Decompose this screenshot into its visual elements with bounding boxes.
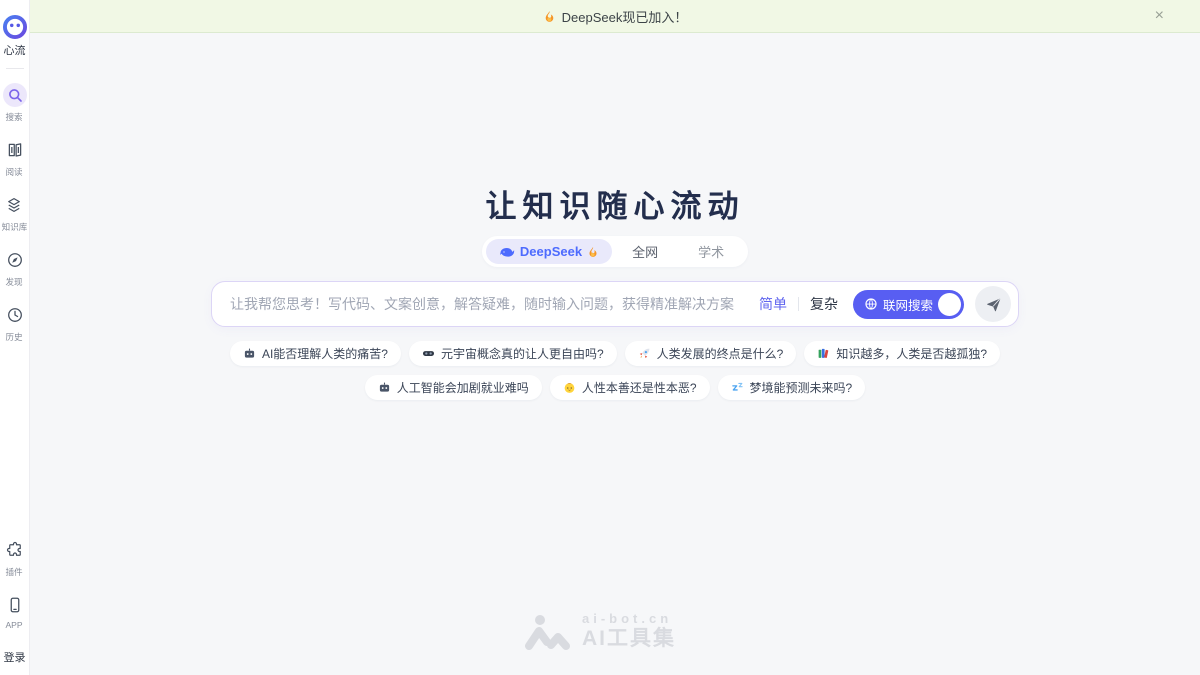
sidebar-item-history[interactable]: 历史 (3, 303, 27, 343)
page-title: 让知识随心流动 (30, 181, 1200, 226)
suggestion-chip[interactable]: 知识越多，人类是否越孤独? (804, 341, 1000, 366)
send-button[interactable] (975, 286, 1011, 322)
sidebar-logo[interactable]: 心流 (2, 14, 28, 58)
logo-label: 心流 (4, 42, 26, 58)
fire-icon (543, 9, 556, 24)
tabs-pill: DeepSeek 全网 学术 (482, 236, 748, 267)
suggestion-chip[interactable]: 人类发展的终点是什么? (625, 341, 797, 366)
robot-icon (378, 381, 391, 394)
mode-simple-option[interactable]: 简单 (759, 294, 787, 314)
search-box: 简单 复杂 联网搜索 (211, 281, 1019, 327)
mode-complex-option[interactable]: 复杂 (810, 294, 838, 314)
sidebar-item-label: 阅读 (6, 165, 23, 177)
tab-label: 全网 (632, 242, 658, 261)
sidebar-bottom: 插件 APP 登录 (0, 538, 29, 665)
web-search-label: 联网搜索 (883, 295, 933, 314)
zzz-icon (731, 381, 744, 394)
suggestion-chip[interactable]: AI能否理解人类的痛苦? (230, 341, 401, 366)
sidebar-item-discover[interactable]: 发现 (3, 248, 27, 288)
compass-icon (3, 248, 27, 272)
sidebar-item-label: 发现 (6, 275, 23, 287)
suggestion-chip[interactable]: 梦境能预测未来吗? (718, 375, 866, 400)
search-input[interactable] (228, 295, 759, 313)
puzzle-icon (3, 538, 27, 562)
watermark: ai-bot.cn AI工具集 (0, 612, 1200, 651)
chip-text: 人类发展的终点是什么? (657, 345, 784, 362)
sidebar-item-app[interactable]: APP (3, 593, 27, 630)
chip-text: 知识越多，人类是否越孤独? (836, 345, 987, 362)
sidebar-item-label: 历史 (6, 330, 23, 342)
tab-deepseek[interactable]: DeepSeek (486, 239, 612, 264)
search-row: 简单 复杂 联网搜索 (30, 281, 1200, 327)
xinliu-logo-icon (2, 14, 28, 40)
suggestion-row-2: 人工智能会加剧就业难吗 人性本善还是性本恶? 梦境能预测未来吗? (30, 375, 1200, 400)
globe-icon (864, 297, 878, 311)
ai-bot-logo-icon (524, 613, 572, 651)
sidebar-item-label: 搜索 (6, 110, 23, 122)
banner-text: DeepSeek现已加入！ (562, 7, 688, 26)
book-icon (3, 138, 27, 162)
announcement-banner: DeepSeek现已加入！ × (30, 0, 1200, 33)
search-icon (3, 83, 27, 107)
toggle-knob (938, 293, 961, 316)
knowledge-icon (2, 193, 26, 217)
chip-text: 人性本善还是性本恶? (582, 379, 697, 396)
sidebar-divider (6, 68, 24, 69)
phone-icon (3, 593, 27, 617)
sidebar-item-knowledge-base[interactable]: 知识库 (1, 193, 28, 233)
chip-text: 梦境能预测未来吗? (750, 379, 853, 396)
sidebar-item-search[interactable]: 搜索 (3, 83, 27, 123)
goggles-icon (422, 347, 435, 360)
watermark-line2: AI工具集 (582, 627, 676, 651)
suggestion-row-1: AI能否理解人类的痛苦? 元宇宙概念真的让人更自由吗? 人类发展的终点是什么? … (30, 341, 1200, 366)
suggestion-chip[interactable]: 元宇宙概念真的让人更自由吗? (409, 341, 617, 366)
history-icon (3, 303, 27, 327)
close-icon[interactable]: × (1155, 8, 1164, 24)
fire-icon (587, 245, 599, 259)
mode-divider (798, 297, 799, 311)
books-icon (817, 347, 830, 360)
chip-text: 人工智能会加剧就业难吗 (397, 379, 529, 396)
suggestion-chip[interactable]: 人工智能会加剧就业难吗 (365, 375, 542, 400)
web-search-toggle[interactable]: 联网搜索 (853, 290, 964, 319)
baby-icon (563, 381, 576, 394)
sidebar: 心流 搜索 阅读 知识库 发现 历史 插件 (0, 0, 30, 675)
suggestion-chip[interactable]: 人性本善还是性本恶? (550, 375, 710, 400)
sidebar-item-label: 插件 (6, 565, 23, 577)
whale-icon (499, 244, 515, 260)
tab-label: DeepSeek (520, 244, 582, 259)
tab-academic[interactable]: 学术 (678, 239, 744, 264)
sidebar-item-plugins[interactable]: 插件 (3, 538, 27, 578)
login-link[interactable]: 登录 (4, 649, 26, 665)
robot-icon (243, 347, 256, 360)
tab-all-web[interactable]: 全网 (612, 239, 678, 264)
sidebar-item-label: 知识库 (2, 220, 28, 232)
rocket-icon (638, 347, 651, 360)
search-mode-tabs: DeepSeek 全网 学术 (30, 236, 1200, 267)
sidebar-item-label: APP (6, 620, 23, 630)
chip-text: AI能否理解人类的痛苦? (262, 345, 388, 362)
chip-text: 元宇宙概念真的让人更自由吗? (441, 345, 604, 362)
app-window: 心流 搜索 阅读 知识库 发现 历史 插件 (0, 0, 1200, 675)
tab-label: 学术 (698, 242, 724, 261)
watermark-line1: ai-bot.cn (582, 612, 676, 627)
paper-plane-icon (985, 296, 1002, 313)
sidebar-item-reading[interactable]: 阅读 (3, 138, 27, 178)
